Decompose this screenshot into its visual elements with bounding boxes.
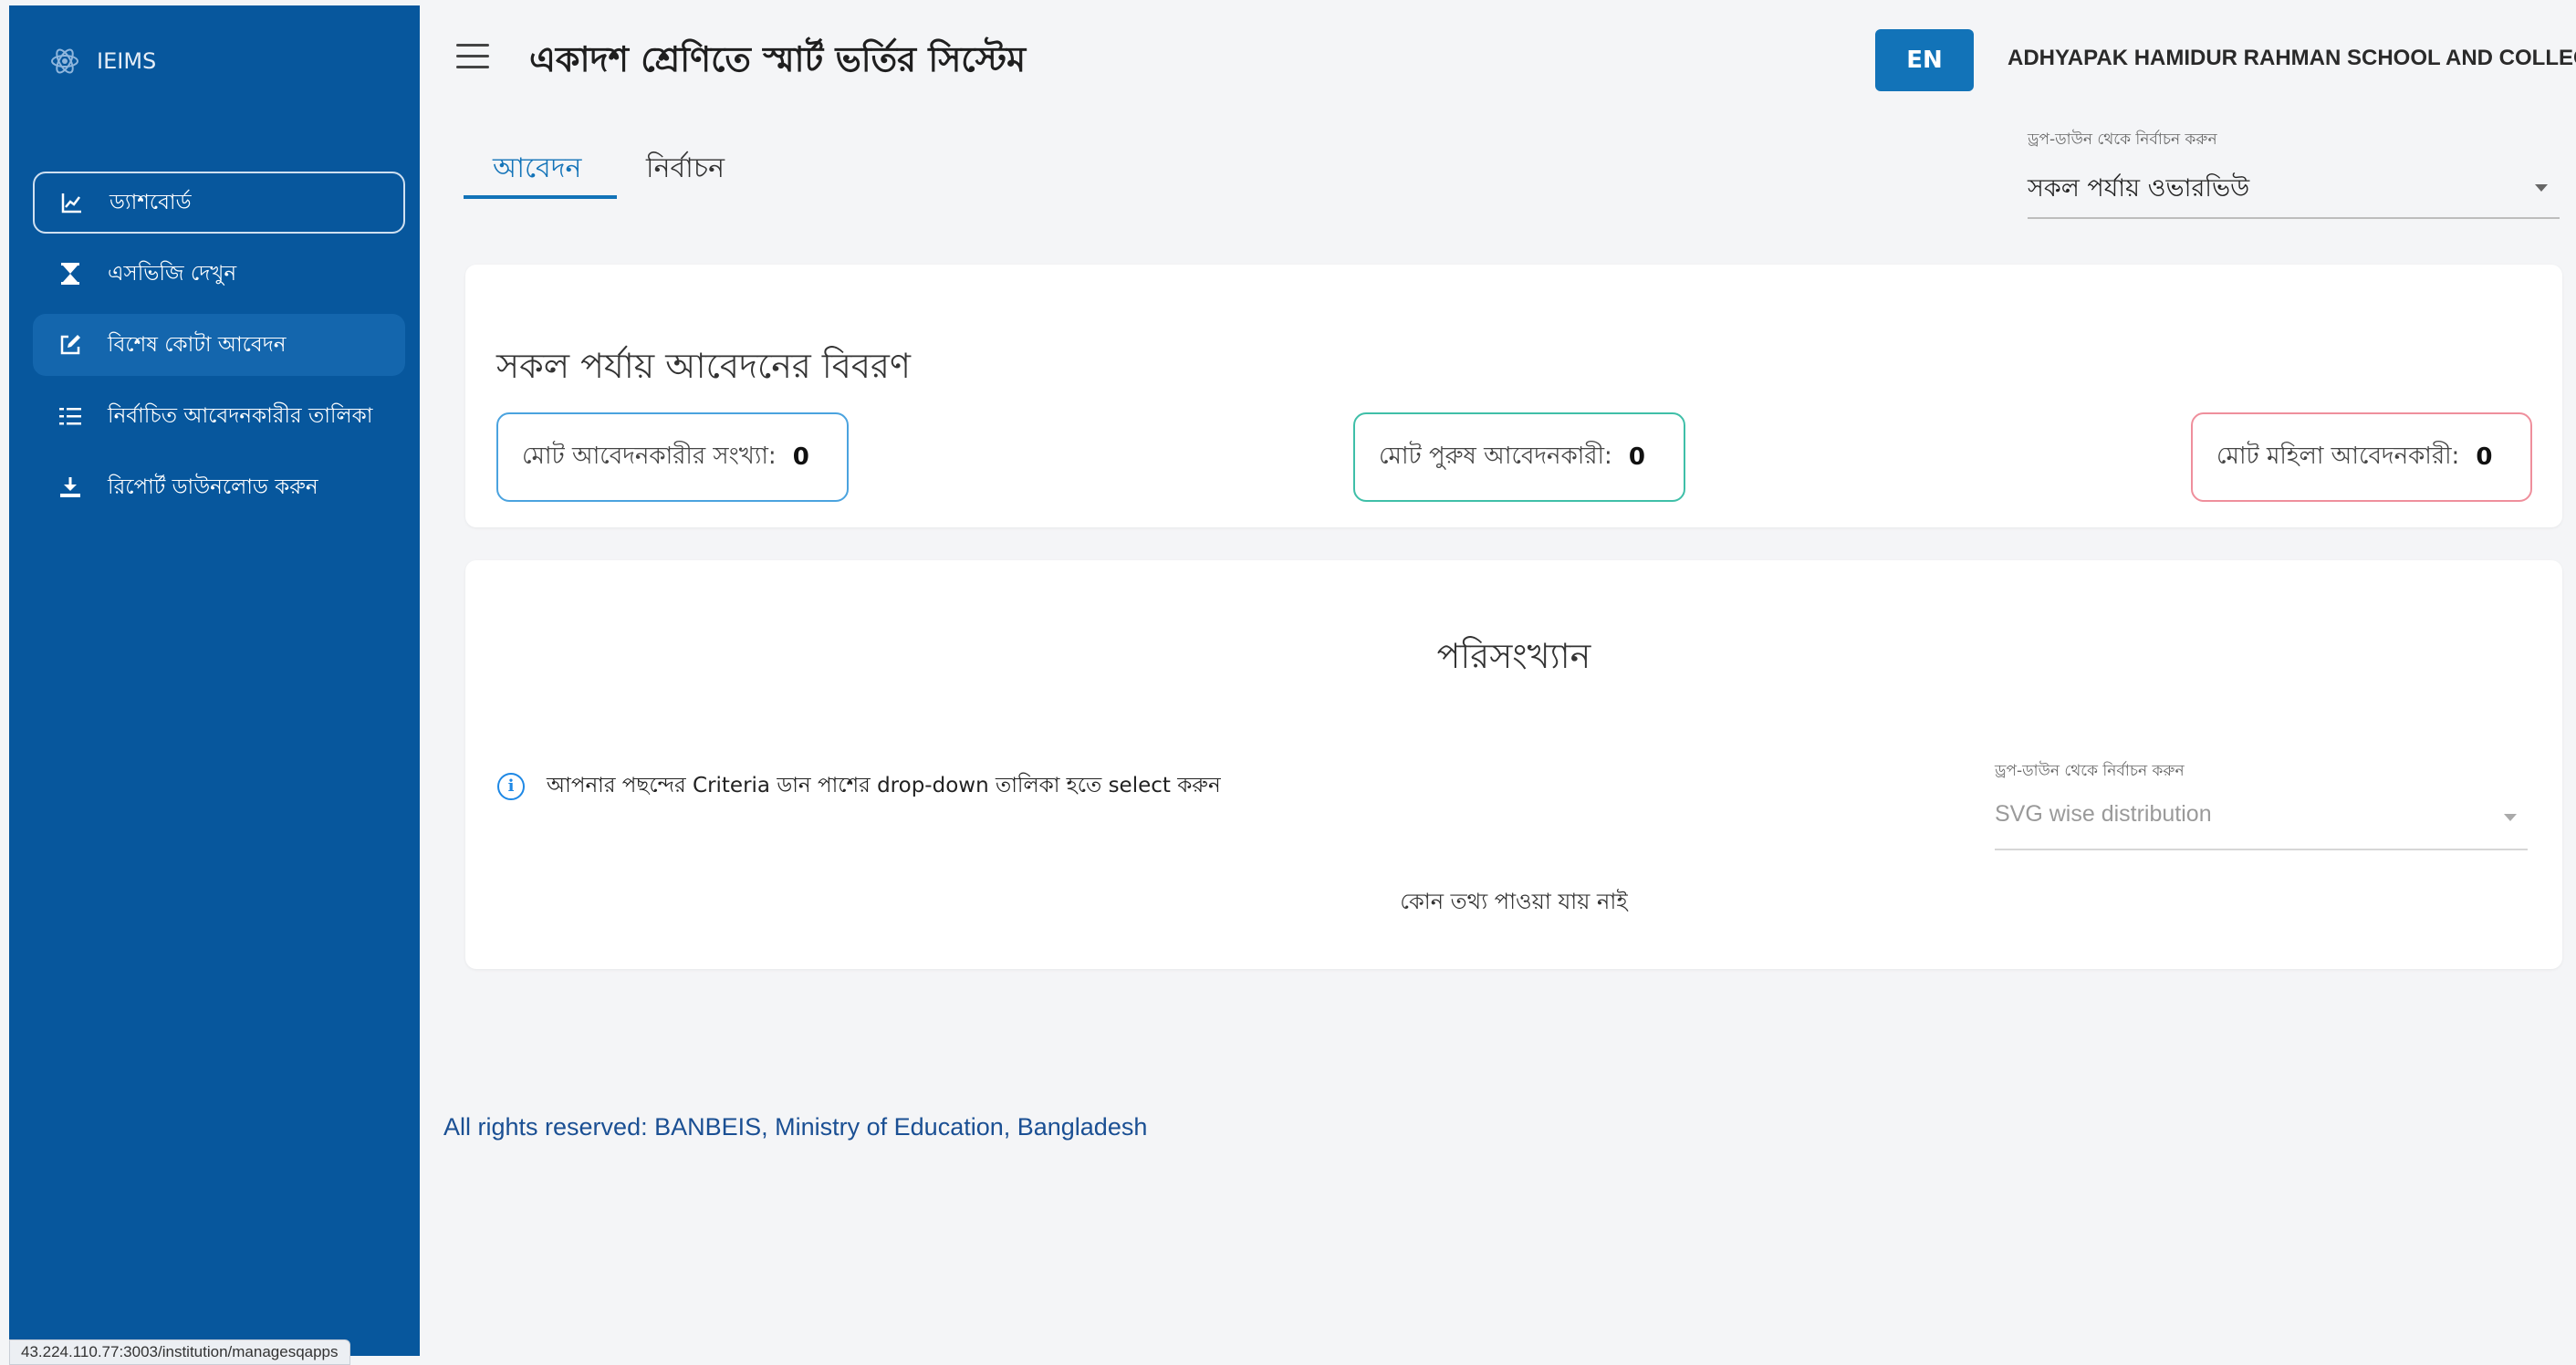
criteria-info-text: আপনার পছন্দের Criteria ডান পাশের drop-do… [547,774,1221,797]
stat-label: মোট আবেদনকারীর সংখ্যা: [522,443,777,470]
statistics-title: পরিসংখ্যান [1436,636,1591,676]
female-applicants-stat: মোট মহিলা আবেদনকারী: 0 [2191,412,2532,502]
criteria-select-underline [1995,849,2528,850]
institution-name: ADHYAPAK HAMIDUR RAHMAN SCHOOL AND COLLE… [2008,46,2576,70]
menu-icon[interactable] [456,44,489,69]
sidebar-item-view-svg[interactable]: এসভিজি দেখুন [33,243,405,305]
sidebar-item-special-quota[interactable]: বিশেষ কোটা আবেদন [33,314,405,376]
sidebar-item-label: নির্বাচিত আবেদনকারীর তালিকা [108,403,373,428]
chevron-down-icon [2535,184,2548,192]
criteria-select-placeholder: SVG wise distribution [1995,801,2212,827]
footer-copyright: All rights reserved: BANBEIS, Ministry o… [443,1113,1148,1141]
tab-selection[interactable]: নির্বাচন [646,146,725,193]
brand[interactable]: IEIMS [49,46,156,77]
page-title: একাদশ শ্রেণিতে স্মার্ট ভর্তির সিস্টেম [529,39,1027,79]
info-icon: i [497,772,525,800]
sidebar-item-dashboard[interactable]: ড্যাশবোর্ড [33,172,405,234]
phase-select-underline [2028,217,2560,219]
active-tab-indicator [464,195,617,199]
sidebar-item-download-report[interactable]: রিপোর্ট ডাউনলোড করুন [33,456,405,518]
status-url-tooltip: 43.224.110.77:3003/institution/managesqa… [9,1339,350,1365]
empty-state-text: কোন তথ্য পাওয়া যায় নাই [1400,889,1628,914]
list-icon [57,402,84,430]
stat-label: মোট মহিলা আবেদনকারী: [2216,443,2460,470]
criteria-select-label: ড্রপ-ডাউন থেকে নির্বাচন করুন [1995,762,2185,780]
stat-value: 0 [1628,443,1645,471]
sidebar-nav: ড্যাশবোর্ড এসভিজি দেখুন বিশেষ কোটা আবেদন… [33,172,405,527]
hourglass-icon [57,260,84,287]
stat-value: 0 [792,443,809,471]
download-icon [57,474,84,501]
male-applicants-stat: মোট পুরুষ আবেদনকারী: 0 [1353,412,1685,502]
sidebar-item-selected-list[interactable]: নির্বাচিত আবেদনকারীর তালিকা [33,385,405,447]
stat-value: 0 [2476,443,2493,471]
stat-label: মোট পুরুষ আবেদনকারী: [1379,443,1612,470]
language-toggle-button[interactable]: EN [1875,29,1974,91]
tab-application[interactable]: আবেদন [493,146,581,193]
brand-name: IEIMS [97,48,157,74]
phase-select-label: ড্রপ-ডাউন থেকে নির্বাচন করুন [2028,130,2217,149]
edit-icon [57,331,84,359]
sidebar-item-label: বিশেষ কোটা আবেদন [108,332,287,357]
sidebar-item-label: ড্যাশবোর্ড [110,190,192,214]
criteria-info: i আপনার পছন্দের Criteria ডান পাশের drop-… [497,768,1221,804]
sidebar-item-label: রিপোর্ট ডাউনলোড করুন [108,474,318,499]
statistics-card: পরিসংখ্যান কোন তথ্য পাওয়া যায় নাই [465,560,2562,969]
sidebar: IEIMS ড্যাশবোর্ড এসভিজি দেখুন বিশেষ কোটা… [9,5,420,1356]
summary-title: সকল পর্যায় আবেদনের বিবরণ [496,346,911,386]
chart-line-icon [58,189,86,216]
phase-select-value: সকল পর্যায় ওভারভিউ [2028,174,2250,203]
atom-logo-icon [51,48,78,74]
chevron-down-icon [2504,814,2517,821]
sidebar-item-label: এসভিজি দেখুন [108,261,237,286]
total-applicants-stat: মোট আবেদনকারীর সংখ্যা: 0 [496,412,849,502]
